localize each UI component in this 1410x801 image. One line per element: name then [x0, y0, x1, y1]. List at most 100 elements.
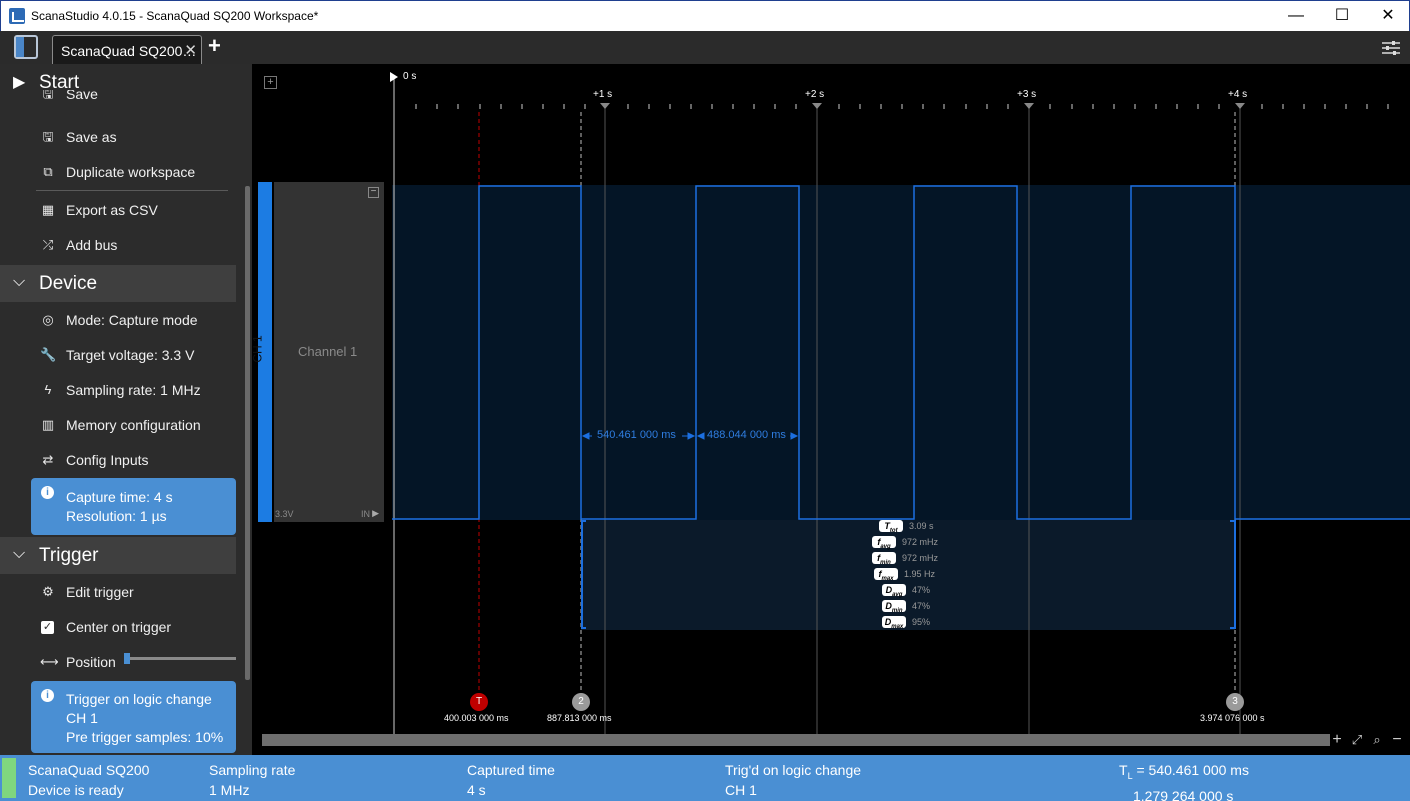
channel-tag: CH 1	[250, 335, 265, 363]
channel-panel[interactable]: − Channel 1 3.3V IN ▶	[274, 182, 384, 522]
channel-input: IN	[361, 509, 370, 519]
table-icon: ▦	[41, 202, 55, 217]
sidebar-item-position[interactable]: ⟷ Position	[0, 648, 236, 678]
trigger-type-text: Trigger on logic change	[66, 691, 212, 707]
section-trigger[interactable]: ⌵ Trigger	[0, 537, 236, 574]
search-zoom-icon[interactable]: ⌕	[1369, 732, 1385, 748]
save-as-icon: 🖫	[42, 129, 54, 144]
sidebar-item-save-as[interactable]: 🖫 Save as	[0, 123, 236, 153]
info-icon: i	[41, 486, 54, 499]
status-device-state: Device is ready	[28, 782, 124, 798]
sidebar-item-save[interactable]: 🖫 Save	[0, 90, 236, 110]
sidebar-item-config-inputs[interactable]: ⇄ Config Inputs	[0, 446, 236, 476]
info-icon: i	[41, 689, 54, 702]
minimize-button[interactable]: —	[1273, 1, 1319, 32]
stat-value: 47%	[912, 585, 931, 595]
sidebar-item-label: Add bus	[66, 237, 118, 253]
horizontal-scrollbar[interactable]	[262, 734, 1330, 746]
channel-name: Channel 1	[298, 344, 358, 359]
sidebar-item-add-bus[interactable]: ⤮ Add bus	[0, 231, 236, 261]
marker-3-time: 3.974 076 000 s	[1200, 713, 1265, 723]
sidebar-item-center-on-trigger[interactable]: ✓ Center on trigger	[0, 613, 236, 643]
sliders-settings-icon[interactable]	[1382, 40, 1400, 56]
tick-label: +3 s	[1017, 89, 1037, 100]
stat-value: 972 mHz	[902, 537, 939, 547]
trigger-channel-text: CH 1	[66, 710, 98, 726]
sidebar-item-label: Sampling rate: 1 MHz	[66, 382, 201, 398]
channel-color-strip[interactable]: CH 1	[251, 182, 272, 522]
save-icon: 🖫	[42, 90, 54, 101]
device-ready-indicator	[2, 758, 16, 798]
stat-key-f-min: fmin	[872, 552, 896, 566]
status-sampling-value: 1 MHz	[209, 782, 250, 798]
sidebar-scrollbar[interactable]	[245, 186, 250, 680]
status-captured-label: Captured time	[467, 762, 555, 778]
sidebar-item-label: Save	[66, 90, 98, 102]
status-trigger-value: CH 1	[725, 782, 757, 798]
chip-icon: ▥	[41, 417, 55, 432]
stat-value: 95%	[912, 617, 931, 627]
status-captured: Captured time 4 s	[467, 760, 555, 800]
sidebar-item-label: Edit trigger	[66, 584, 134, 600]
shuffle-icon: ⤮	[42, 237, 54, 252]
mode-icon: ◎	[42, 312, 54, 327]
chevron-down-icon: ⌵	[13, 273, 26, 290]
zoom-in-icon[interactable]: +	[1329, 732, 1345, 748]
section-device-label: Device	[39, 273, 98, 294]
sidebar-toggle-icon[interactable]	[14, 35, 38, 59]
status-tl-extra: 1.279 264 000 s	[1133, 787, 1234, 801]
waveform-canvas	[390, 72, 1410, 736]
stat-key-d-max: Dmax	[882, 616, 906, 630]
tab-workspace[interactable]: ScanaQuad SQ200… ✕	[52, 35, 202, 64]
sidebar: ▶ Start 🖫 Save 🖫 Save as ⧉ Duplicate wor…	[0, 64, 252, 755]
position-slider[interactable]	[124, 653, 236, 664]
zoom-out-icon[interactable]: −	[1389, 732, 1405, 748]
sidebar-item-label: Memory configuration	[66, 417, 201, 433]
close-window-button[interactable]: ✕	[1365, 1, 1410, 32]
stat-value: 3.09 s	[909, 521, 934, 531]
position-slider-thumb[interactable]	[124, 653, 130, 664]
stat-key-f-max: fmax	[874, 568, 898, 582]
title-bar: ScanaStudio 4.0.15 - ScanaQuad SQ200 Wor…	[0, 0, 1410, 31]
resolution-text: Resolution: 1 µs	[66, 508, 167, 524]
add-channel-icon[interactable]: +	[264, 76, 277, 89]
section-device[interactable]: ⌵ Device	[0, 265, 236, 302]
stat-key-f-avg: favg	[872, 536, 896, 550]
sidebar-item-label: Config Inputs	[66, 452, 149, 468]
status-captured-value: 4 s	[467, 782, 486, 798]
add-tab-icon[interactable]: +	[208, 35, 221, 57]
sidebar-item-memory-configuration[interactable]: ▥ Memory configuration	[0, 411, 236, 441]
trigger-marker-badge[interactable]: T	[470, 693, 488, 711]
tick-label: +2 s	[805, 89, 825, 100]
marker-3-badge[interactable]: 3	[1226, 693, 1244, 711]
channel-voltage: 3.3V	[275, 509, 294, 519]
stat-key-t-tot: Ttot	[879, 520, 903, 534]
section-trigger-label: Trigger	[39, 545, 99, 566]
sidebar-item-sampling-rate[interactable]: ϟ Sampling rate: 1 MHz	[0, 376, 236, 406]
fit-screen-icon[interactable]: ⤢	[1349, 732, 1365, 748]
tick-label: 0 s	[403, 71, 417, 82]
sidebar-item-label: Export as CSV	[66, 202, 158, 218]
sidebar-item-duplicate-workspace[interactable]: ⧉ Duplicate workspace	[0, 158, 236, 188]
tick-label: +4 s	[1228, 89, 1248, 100]
maximize-button[interactable]: ☐	[1319, 1, 1365, 32]
chevron-down-icon: ⌵	[13, 545, 26, 562]
collapse-icon[interactable]: −	[368, 187, 379, 198]
status-sampling-label: Sampling rate	[209, 762, 296, 778]
sidebar-item-target-voltage[interactable]: 🔧 Target voltage: 3.3 V	[0, 341, 236, 371]
stat-key-d-avg: Davg	[882, 584, 906, 598]
checkbox-checked-icon[interactable]: ✓	[41, 621, 54, 634]
waveform-view[interactable]: + 0 s +1 s +2 s +3 s +4 s CH 1 − Channel…	[251, 64, 1410, 755]
marker-2-time: 887.813 000 ms	[547, 713, 612, 723]
tab-close-icon[interactable]: ✕	[184, 41, 197, 59]
sidebar-item-mode[interactable]: ◎ Mode: Capture mode	[0, 306, 236, 336]
sidebar-item-export-csv[interactable]: ▦ Export as CSV	[0, 196, 236, 226]
stat-value: 1.95 Hz	[904, 569, 936, 579]
status-device-name: ScanaQuad SQ200	[28, 762, 150, 778]
sidebar-item-edit-trigger[interactable]: ⚙ Edit trigger	[0, 578, 236, 608]
stat-value: 47%	[912, 601, 931, 611]
marker-2-badge[interactable]: 2	[572, 693, 590, 711]
status-tl-value: = 540.461 000 ms	[1132, 762, 1249, 778]
pulse-high-measurement: 540.461 000 ms	[597, 429, 676, 441]
status-tl: TL = 540.461 000 ms 1.279 264 000 s	[1119, 760, 1249, 801]
